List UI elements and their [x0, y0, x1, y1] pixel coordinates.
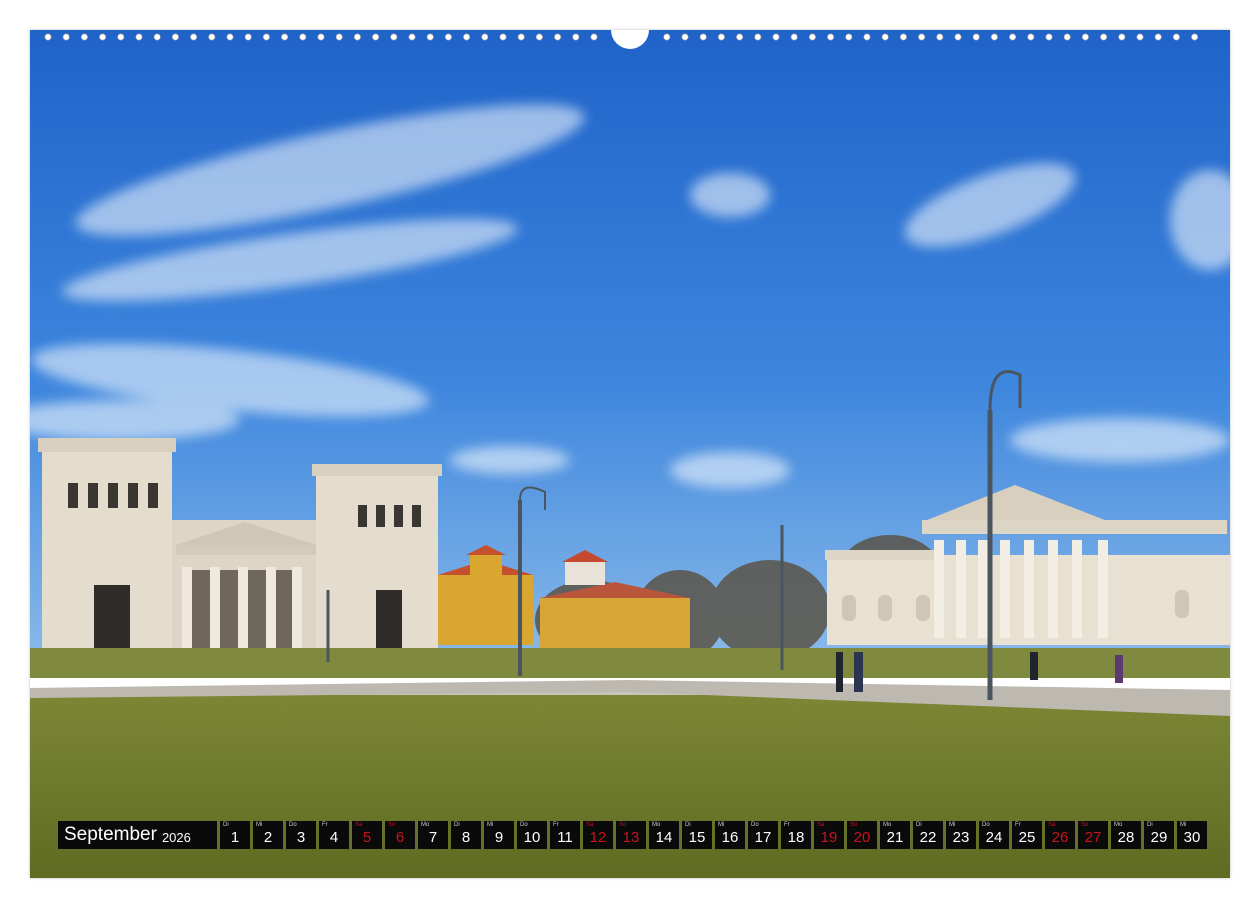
day-number: 3 — [296, 829, 306, 846]
day-number: 13 — [622, 829, 640, 846]
month-year: 2026 — [161, 829, 191, 845]
day-cell: Di 1 — [220, 821, 250, 849]
day-cell: So 6 — [385, 821, 415, 849]
day-cell: Sa 19 — [814, 821, 844, 849]
day-weekday: Mo — [421, 822, 430, 828]
day-cell: So 20 — [847, 821, 877, 849]
day-number: 21 — [886, 829, 904, 846]
day-number: 30 — [1183, 829, 1201, 846]
day-weekday: Mo — [1114, 822, 1123, 828]
day-weekday: Do — [982, 822, 990, 828]
day-weekday: Fr — [784, 822, 790, 828]
day-cell: Do 17 — [748, 821, 778, 849]
day-weekday: Mi — [1180, 822, 1187, 828]
day-cell: Sa 26 — [1045, 821, 1075, 849]
day-cell: Mi 9 — [484, 821, 514, 849]
calendar-bar: September 2026 Di 1 Mi 2 Do 3 Fr 4 Sa 5 So 6 Mo 7 Di 8 M… — [58, 821, 1207, 849]
day-weekday: Sa — [355, 822, 363, 828]
day-weekday: Sa — [1048, 822, 1056, 828]
day-weekday: Mi — [949, 822, 956, 828]
day-weekday: Di — [454, 822, 460, 828]
day-cell: Do 3 — [286, 821, 316, 849]
day-cell: Fr 25 — [1012, 821, 1042, 849]
day-number: 6 — [395, 829, 405, 846]
day-cell: Fr 11 — [550, 821, 580, 849]
day-weekday: Do — [520, 822, 528, 828]
month-label: September 2026 — [58, 821, 217, 849]
day-cell: Mi 16 — [715, 821, 745, 849]
day-number: 25 — [1018, 829, 1036, 846]
day-weekday: Mi — [256, 822, 263, 828]
day-cell: Di 8 — [451, 821, 481, 849]
day-weekday: Di — [223, 822, 229, 828]
day-cell: Di 29 — [1144, 821, 1174, 849]
day-weekday: Mo — [883, 822, 892, 828]
day-cell: So 13 — [616, 821, 646, 849]
lawn-far — [30, 648, 1230, 678]
day-weekday: So — [1081, 822, 1089, 828]
day-weekday: Do — [289, 822, 297, 828]
day-cell: Do 10 — [517, 821, 547, 849]
day-weekday: Di — [685, 822, 691, 828]
day-number: 17 — [754, 829, 772, 846]
day-number: 8 — [461, 829, 471, 846]
day-weekday: Di — [916, 822, 922, 828]
day-cell: Fr 4 — [319, 821, 349, 849]
day-number: 2 — [263, 829, 273, 846]
day-cell: Sa 5 — [352, 821, 382, 849]
day-number: 9 — [494, 829, 504, 846]
day-cell: Mi 23 — [946, 821, 976, 849]
day-number: 18 — [787, 829, 805, 846]
day-weekday: Fr — [1015, 822, 1021, 828]
month-name: September — [64, 824, 157, 845]
day-number: 15 — [688, 829, 706, 846]
day-number: 5 — [362, 829, 372, 846]
day-number: 7 — [428, 829, 438, 846]
day-number: 23 — [952, 829, 970, 846]
day-number: 4 — [329, 829, 339, 846]
day-number: 16 — [721, 829, 739, 846]
day-number: 28 — [1117, 829, 1135, 846]
day-cell: Mi 30 — [1177, 821, 1207, 849]
day-cell: Mo 14 — [649, 821, 679, 849]
day-cell: Di 15 — [682, 821, 712, 849]
day-weekday: Do — [751, 822, 759, 828]
day-number: 22 — [919, 829, 937, 846]
day-number: 24 — [985, 829, 1003, 846]
day-weekday: So — [619, 822, 627, 828]
day-weekday: Mi — [718, 822, 725, 828]
day-weekday: Sa — [586, 822, 594, 828]
day-number: 27 — [1084, 829, 1102, 846]
day-weekday: Sa — [817, 822, 825, 828]
day-cell: Mo 7 — [418, 821, 448, 849]
day-cell: Di 22 — [913, 821, 943, 849]
day-weekday: Fr — [553, 822, 559, 828]
day-number: 20 — [853, 829, 871, 846]
day-number: 1 — [230, 829, 240, 846]
day-weekday: Di — [1147, 822, 1153, 828]
day-cell: Mo 28 — [1111, 821, 1141, 849]
day-cell: Fr 18 — [781, 821, 811, 849]
day-weekday: So — [850, 822, 858, 828]
day-cell: Mo 21 — [880, 821, 910, 849]
day-number: 10 — [523, 829, 541, 846]
photo-koenigsplatz — [30, 30, 1230, 878]
day-cell: Do 24 — [979, 821, 1009, 849]
day-number: 11 — [557, 829, 573, 846]
day-cell: Sa 12 — [583, 821, 613, 849]
day-weekday: So — [388, 822, 396, 828]
day-number: 29 — [1150, 829, 1168, 846]
day-cell: Mi 2 — [253, 821, 283, 849]
lawn — [30, 695, 1230, 878]
day-number: 19 — [820, 829, 838, 846]
day-weekday: Mi — [487, 822, 494, 828]
day-number: 14 — [655, 829, 673, 846]
day-cell: So 27 — [1078, 821, 1108, 849]
day-number: 12 — [589, 829, 607, 846]
calendar-page: September 2026 Di 1 Mi 2 Do 3 Fr 4 Sa 5 So 6 Mo 7 Di 8 M… — [30, 30, 1230, 878]
day-weekday: Mo — [652, 822, 661, 828]
day-number: 26 — [1051, 829, 1069, 846]
day-weekday: Fr — [322, 822, 328, 828]
